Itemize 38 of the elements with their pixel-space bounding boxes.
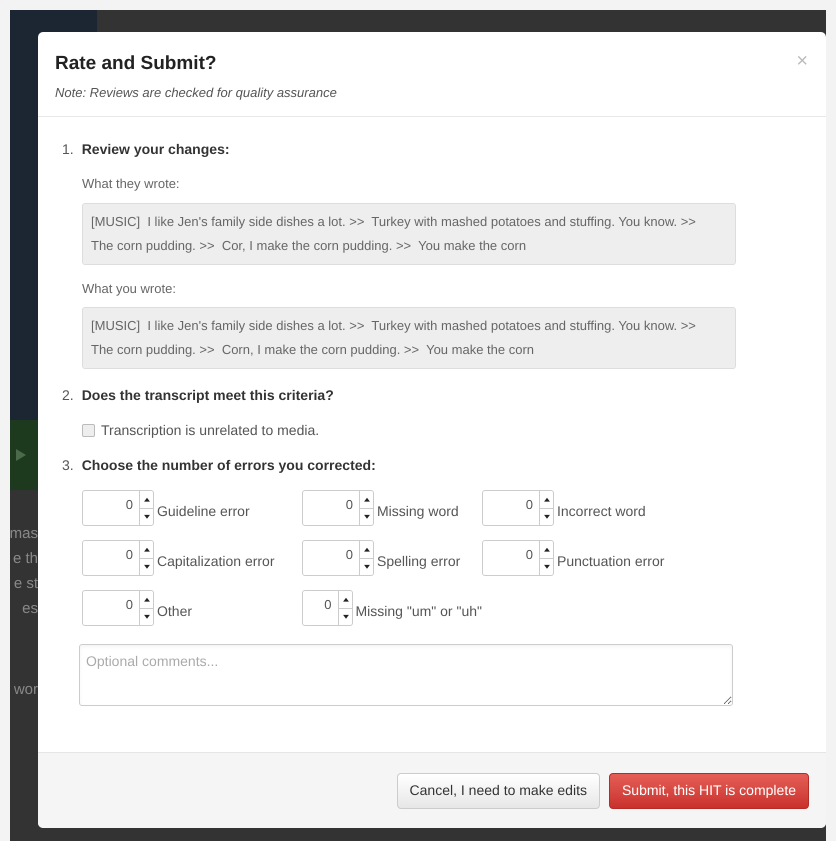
comments-field[interactable]: Optional comments...: [79, 644, 733, 706]
counter-label: Capitalization error: [157, 552, 274, 571]
counter-label: Missing "um" or "uh": [356, 602, 482, 621]
counter-label: Incorrect word: [557, 502, 646, 520]
background-text: es: [22, 599, 38, 618]
transcript-field[interactable]: [MUSIC] I like Jen's family side dishes a lot. >> Turkey with mashed potatoes and stuffing. You know. >> The corn pudding. >> Cor, I make the corn pudding. >> You make the corn: [82, 202, 736, 264]
submit-button[interactable]: Submit, this HIT is complete: [608, 772, 809, 808]
step-heading: Does the transcript meet this criteria?: [82, 386, 334, 405]
field-label: What you wrote:: [82, 280, 177, 298]
counter-label: Spelling error: [377, 552, 460, 571]
number-spinner[interactable]: 0: [82, 490, 154, 526]
step-number: 3.: [62, 456, 74, 475]
cancel-button[interactable]: Cancel, I need to make edits: [396, 772, 600, 808]
step-heading: Review your changes:: [82, 140, 230, 159]
number-spinner[interactable]: 0: [482, 540, 554, 576]
number-spinner[interactable]: 0: [302, 540, 374, 576]
number-spinner[interactable]: 0: [482, 490, 554, 526]
number-spinner[interactable]: 0: [82, 590, 154, 626]
counter-label: Missing word: [377, 502, 459, 521]
counter-label: Other: [157, 602, 192, 620]
dialog-title: Rate and Submit?: [55, 52, 217, 76]
checkbox[interactable]: [82, 424, 95, 437]
counter-label: Guideline error: [157, 502, 250, 520]
number-spinner[interactable]: 0: [302, 590, 353, 626]
background-text: mas: [10, 524, 38, 543]
background-text: wor: [14, 680, 38, 699]
transcript-field[interactable]: [MUSIC] I like Jen's family side dishes a lot. >> Turkey with mashed potatoes and stuffing. You know. >> The corn pudding. >> Corn, I make the corn pudding. >> You make the corn: [82, 307, 736, 369]
background-text: e st: [14, 574, 38, 593]
field-label: What they wrote:: [82, 175, 181, 193]
step-number: 2.: [62, 386, 74, 405]
dialog-note: Note: Reviews are checked for quality assurance: [55, 84, 338, 102]
step-heading: Choose the number of errors you corrected:: [82, 456, 376, 475]
number-spinner[interactable]: 0: [302, 490, 374, 526]
background-text: e th: [12, 549, 38, 568]
step-number: 1.: [62, 140, 74, 159]
number-spinner[interactable]: 0: [82, 540, 154, 576]
checkbox-label: Transcription is unrelated to media.: [101, 421, 320, 440]
counter-label: Punctuation error: [557, 552, 664, 570]
